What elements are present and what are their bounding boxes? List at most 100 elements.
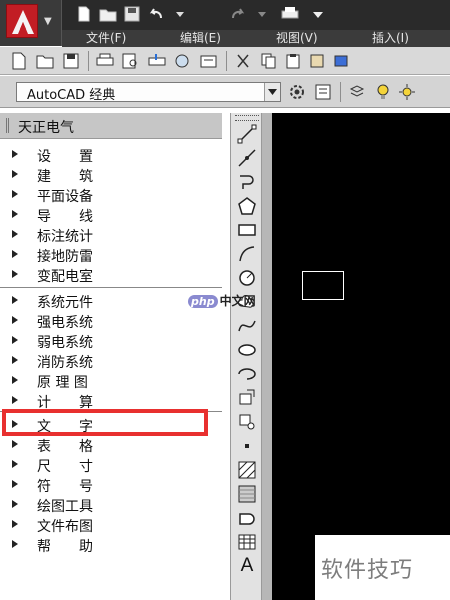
drawing-canvas[interactable]: [272, 113, 450, 600]
workspace-settings-gear-icon[interactable]: [286, 81, 308, 103]
tb-new-icon[interactable]: [8, 50, 30, 72]
line-icon[interactable]: [235, 123, 259, 145]
tb-open-icon[interactable]: [34, 50, 56, 72]
panel-item-label: 强电系统: [37, 315, 93, 331]
open-folder-icon[interactable]: [96, 3, 120, 25]
panel-item-settings[interactable]: 设 置: [0, 145, 222, 165]
tb-cut-icon[interactable]: [232, 50, 254, 72]
panel-item-strong-current[interactable]: 强电系统: [0, 311, 222, 331]
toolbar-grip-handle[interactable]: [235, 115, 259, 121]
triangle-right-icon: [12, 316, 18, 324]
tb-3d-dwf-icon[interactable]: [172, 50, 194, 72]
tb-match-properties-icon[interactable]: [306, 50, 328, 72]
panel-item-schematic[interactable]: 原 理 图: [0, 371, 222, 391]
arc-icon[interactable]: [235, 243, 259, 265]
quick-access-customize-icon[interactable]: [306, 3, 330, 25]
polygon-icon[interactable]: [235, 195, 259, 217]
panel-item-label: 绘图工具: [37, 499, 93, 515]
rectangle-icon[interactable]: [235, 219, 259, 241]
panel-item-label: 弱电系统: [37, 335, 93, 351]
triangle-right-icon: [12, 520, 18, 528]
watermark-corner: 软件技巧: [315, 535, 450, 600]
circle-icon[interactable]: [235, 267, 259, 289]
toolbar-separator: [340, 82, 341, 102]
menu-insert[interactable]: 插入(I): [372, 30, 409, 47]
hatch-icon[interactable]: [235, 459, 259, 481]
triangle-right-icon: [12, 460, 18, 468]
plot-icon[interactable]: [278, 3, 302, 25]
watermark-corner-text: 软件技巧: [321, 558, 414, 583]
panel-item-building[interactable]: 建 筑: [0, 165, 222, 185]
panel-item-label: 接地防雷: [37, 249, 93, 265]
workspace-save-icon[interactable]: [312, 81, 334, 103]
watermark-text: 中文网: [219, 294, 256, 308]
undo-dropdown-icon[interactable]: [168, 3, 192, 25]
multiline-text-icon[interactable]: A: [235, 555, 259, 577]
php-logo: php: [188, 295, 218, 308]
title-bar: [0, 0, 450, 30]
gradient-icon[interactable]: [235, 483, 259, 505]
triangle-right-icon: [12, 170, 18, 178]
tb-paste-icon[interactable]: [282, 50, 304, 72]
panel-item-table[interactable]: 表 格: [0, 435, 222, 455]
triangle-right-icon: [12, 396, 18, 404]
lightbulb-icon[interactable]: [372, 81, 394, 103]
ellipse-icon[interactable]: [235, 339, 259, 361]
application-menu-button[interactable]: ▼: [0, 0, 62, 46]
polyline-icon[interactable]: [235, 171, 259, 193]
menu-bar: 文件(F) 编辑(E) 视图(V) 插入(I): [62, 30, 450, 47]
panel-item-weak-current[interactable]: 弱电系统: [0, 331, 222, 351]
panel-item-dimension[interactable]: 尺 寸: [0, 455, 222, 475]
triangle-right-icon: [12, 336, 18, 344]
panel-item-wire[interactable]: 导 线: [0, 205, 222, 225]
triangle-right-icon: [12, 270, 18, 278]
triangle-right-icon: [12, 230, 18, 238]
redo-icon[interactable]: [226, 3, 250, 25]
construction-line-icon[interactable]: [235, 147, 259, 169]
panel-item-label: 符 号: [37, 479, 93, 495]
app-menu-caret-icon: ▼: [44, 16, 52, 27]
new-file-icon[interactable]: [72, 3, 96, 25]
text-tool-label: A: [240, 555, 254, 576]
point-icon[interactable]: [235, 435, 259, 457]
region-icon[interactable]: [235, 507, 259, 529]
tb-plot-preview-icon[interactable]: [120, 50, 142, 72]
tb-plot-icon[interactable]: [94, 50, 116, 72]
spline-icon[interactable]: [235, 315, 259, 337]
panel-item-help[interactable]: 帮 助: [0, 535, 222, 555]
tb-block-editor-icon[interactable]: [330, 50, 352, 72]
menu-edit[interactable]: 编辑(E): [180, 30, 221, 47]
panel-item-fire-system[interactable]: 消防系统: [0, 351, 222, 371]
triangle-right-icon: [12, 500, 18, 508]
panel-grip-handle[interactable]: [6, 118, 9, 133]
panel-item-plan-equipment[interactable]: 平面设备: [0, 185, 222, 205]
layer-properties-icon[interactable]: [346, 81, 368, 103]
tb-etransmit-icon[interactable]: [198, 50, 220, 72]
table-icon[interactable]: [235, 531, 259, 553]
chevron-down-icon[interactable]: [264, 83, 280, 101]
panel-item-calculation[interactable]: 计 算: [0, 391, 222, 411]
panel-header: 天正电气: [0, 113, 222, 139]
make-block-icon[interactable]: [235, 411, 259, 433]
redo-dropdown-icon[interactable]: [250, 3, 274, 25]
sun-icon[interactable]: [396, 81, 418, 103]
tb-publish-icon[interactable]: [146, 50, 168, 72]
panel-item-file-layout[interactable]: 文件布图: [0, 515, 222, 535]
panel-item-drawing-tools[interactable]: 绘图工具: [0, 495, 222, 515]
panel-item-grounding-lightning[interactable]: 接地防雷: [0, 245, 222, 265]
panel-item-substation[interactable]: 变配电室: [0, 265, 222, 285]
workspace-select-value: AutoCAD 经典: [27, 88, 116, 103]
panel-item-symbol[interactable]: 符 号: [0, 475, 222, 495]
tb-save-icon[interactable]: [60, 50, 82, 72]
drawn-rectangle[interactable]: [302, 271, 344, 300]
panel-item-annotation-stats[interactable]: 标注统计: [0, 225, 222, 245]
menu-file[interactable]: 文件(F): [86, 30, 126, 47]
panel-item-label: 文件布图: [37, 519, 93, 535]
insert-block-icon[interactable]: [235, 387, 259, 409]
save-icon[interactable]: [120, 3, 144, 25]
ellipse-arc-icon[interactable]: [235, 363, 259, 385]
tb-copy-icon[interactable]: [258, 50, 280, 72]
undo-icon[interactable]: [144, 3, 168, 25]
workspace-select[interactable]: AutoCAD 经典: [16, 82, 281, 103]
menu-view[interactable]: 视图(V): [276, 30, 318, 47]
